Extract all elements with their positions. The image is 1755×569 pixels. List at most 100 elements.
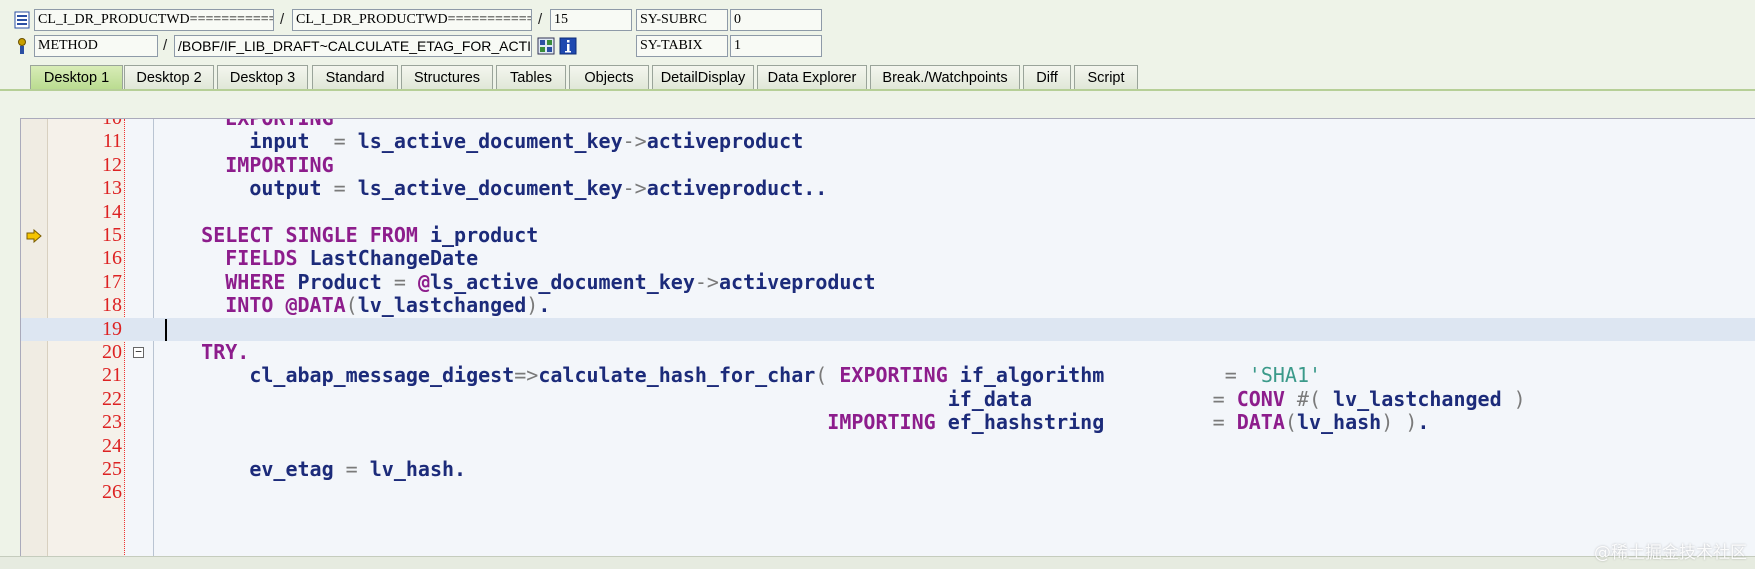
code-line[interactable]: 20 TRY. − <box>21 340 1755 364</box>
code-line[interactable]: 24 <box>21 435 1755 458</box>
text-cursor <box>165 318 167 341</box>
identifier-token <box>1237 363 1249 387</box>
line-number: 14 <box>102 200 122 223</box>
tab-diff[interactable]: Diff <box>1023 65 1071 90</box>
code-line[interactable]: 11 input = ls_active_document_key->activ… <box>21 130 1755 153</box>
tab-underline <box>0 89 1755 91</box>
collapse-block-icon[interactable]: − <box>133 346 144 358</box>
line-number: 26 <box>102 481 122 504</box>
line-number: 12 <box>102 153 122 176</box>
source-code-editor[interactable]: 10 EXPORTING 11 input = ls_active_documen… <box>20 118 1755 557</box>
code-line[interactable]: 15 SELECT SINGLE FROM i_product <box>21 223 1755 247</box>
method-icon <box>18 38 26 54</box>
code-line[interactable]: 19 <box>21 317 1755 341</box>
identifier-token <box>1225 410 1237 434</box>
identifier-token: lv_hash <box>1296 410 1382 435</box>
identifier-token: lv_hash. <box>357 457 467 481</box>
operator-token: ( <box>1284 410 1297 435</box>
tab-desktop-1[interactable]: Desktop 1 <box>30 65 123 90</box>
line-number: 17 <box>102 270 122 293</box>
line-field[interactable]: 15 <box>550 9 632 31</box>
identifier-token: calculate_hash_for_char <box>538 363 816 388</box>
line-number: 18 <box>102 294 122 317</box>
keyword-token: EXPORTING <box>839 363 948 388</box>
identifier-token: ls_active_document_key <box>345 129 623 154</box>
code-line[interactable]: 14 <box>21 201 1755 224</box>
tab-structures[interactable]: Structures <box>401 65 493 90</box>
method-name-field[interactable]: /BOBF/IF_LIB_DRAFT~CALCULATE_ETAG_FOR_AC… <box>174 35 532 57</box>
identifier-token: input <box>153 129 334 154</box>
line-number: 21 <box>102 364 122 387</box>
tab-script[interactable]: Script <box>1074 65 1138 90</box>
keyword-token: CONV <box>1236 386 1285 411</box>
code-line[interactable]: 16 FIELDS LastChangeDate <box>21 247 1755 270</box>
code-text: output = ls_active_document_key->activep… <box>153 176 827 203</box>
keyword-token: DATA <box>1236 410 1285 435</box>
identifier-token <box>153 223 201 247</box>
sy-subrc-value[interactable]: 0 <box>730 9 822 31</box>
line-number: 16 <box>102 247 122 270</box>
code-line[interactable]: 13 output = ls_active_document_key->acti… <box>21 176 1755 203</box>
status-strip <box>0 556 1755 569</box>
identifier-token: ls_active_document_key <box>345 176 623 201</box>
keyword-token: SELECT SINGLE FROM <box>201 223 418 247</box>
string-token: 'SHA1' <box>1248 363 1322 388</box>
code-line[interactable]: 21 cl_abap_message_digest=>calculate_has… <box>21 364 1755 387</box>
tab-tables[interactable]: Tables <box>496 65 566 90</box>
operator-token: ) <box>526 293 539 318</box>
identifier-token: ls_active_document_key <box>429 269 695 294</box>
code-line[interactable]: 18 INTO @DATA(lv_lastchanged). <box>21 293 1755 320</box>
keyword-token: IMPORTING <box>827 410 936 435</box>
tab-standard[interactable]: Standard <box>312 65 398 90</box>
tab-detaildisplay[interactable]: DetailDisplay <box>652 65 754 90</box>
code-line[interactable]: 22 if_data = CONV #( lv_lastchanged ) <box>21 386 1755 411</box>
operator-token: = <box>393 269 406 294</box>
code-text: INTO @DATA(lv_lastchanged). <box>153 293 550 320</box>
tab-desktop-3[interactable]: Desktop 3 <box>217 65 308 90</box>
code-line[interactable]: 23 IMPORTING ef_hashstring = DATA(lv_has… <box>21 410 1755 435</box>
sy-tabix-label: SY-TABIX <box>636 35 728 57</box>
sy-tabix-value[interactable]: 1 <box>730 35 822 57</box>
identifier-token <box>153 246 225 270</box>
info-icon[interactable] <box>559 37 577 55</box>
code-line[interactable]: 26 <box>21 481 1755 504</box>
identifier-token: LastChangeDate <box>297 246 479 271</box>
tab-break-watchpoints[interactable]: Break./Watchpoints <box>870 65 1020 90</box>
identifier-token: activeproduct <box>646 129 804 154</box>
sy-subrc-label: SY-SUBRC <box>636 9 728 31</box>
code-line[interactable]: 12 IMPORTING <box>21 153 1755 177</box>
code-text: ev_etag = lv_hash. <box>153 457 467 484</box>
operator-token: = <box>1212 410 1225 435</box>
line-number: 10 <box>102 118 122 129</box>
keyword-token: FIELDS <box>225 246 298 271</box>
identifier-token <box>1285 387 1297 411</box>
identifier-token <box>406 270 418 294</box>
header-row-1: CL_I_DR_PRODUCTWD============… / CL_I_DR… <box>0 9 1755 33</box>
operator-token: ( <box>345 293 358 318</box>
display-object-icon[interactable] <box>537 37 555 55</box>
operator-token: = <box>1224 363 1237 388</box>
identifier-token: if_algorithm <box>947 363 1225 388</box>
operator-token: ) <box>1513 386 1526 411</box>
include-field[interactable]: CL_I_DR_PRODUCTWD============… <box>292 9 532 31</box>
operator-token: ) <box>1405 410 1418 435</box>
line-number: 11 <box>102 130 122 153</box>
tab-desktop-2[interactable]: Desktop 2 <box>124 65 214 90</box>
program-field[interactable]: CL_I_DR_PRODUCTWD============… <box>34 9 274 31</box>
identifier-token: ef_hashstring <box>935 410 1213 435</box>
tab-data-explorer[interactable]: Data Explorer <box>757 65 867 90</box>
line-number: 19 <box>102 317 122 340</box>
identifier-token <box>1225 387 1237 411</box>
keyword-token: EXPORTING <box>225 118 334 130</box>
identifier-token <box>1393 410 1405 434</box>
code-line[interactable]: 17 WHERE Product = @ls_active_document_k… <box>21 269 1755 294</box>
operator-token: = <box>333 129 346 154</box>
identifier-token: . <box>1417 410 1430 435</box>
code-line[interactable]: 25 ev_etag = lv_hash. <box>21 457 1755 484</box>
watermark: @稀土掘金技术社区 <box>1594 543 1747 563</box>
keyword-token: WHERE <box>225 269 286 294</box>
line-number: 24 <box>102 434 122 457</box>
identifier-token <box>153 119 225 130</box>
event-type-field[interactable]: METHOD <box>34 35 158 57</box>
tab-objects[interactable]: Objects <box>569 65 649 90</box>
